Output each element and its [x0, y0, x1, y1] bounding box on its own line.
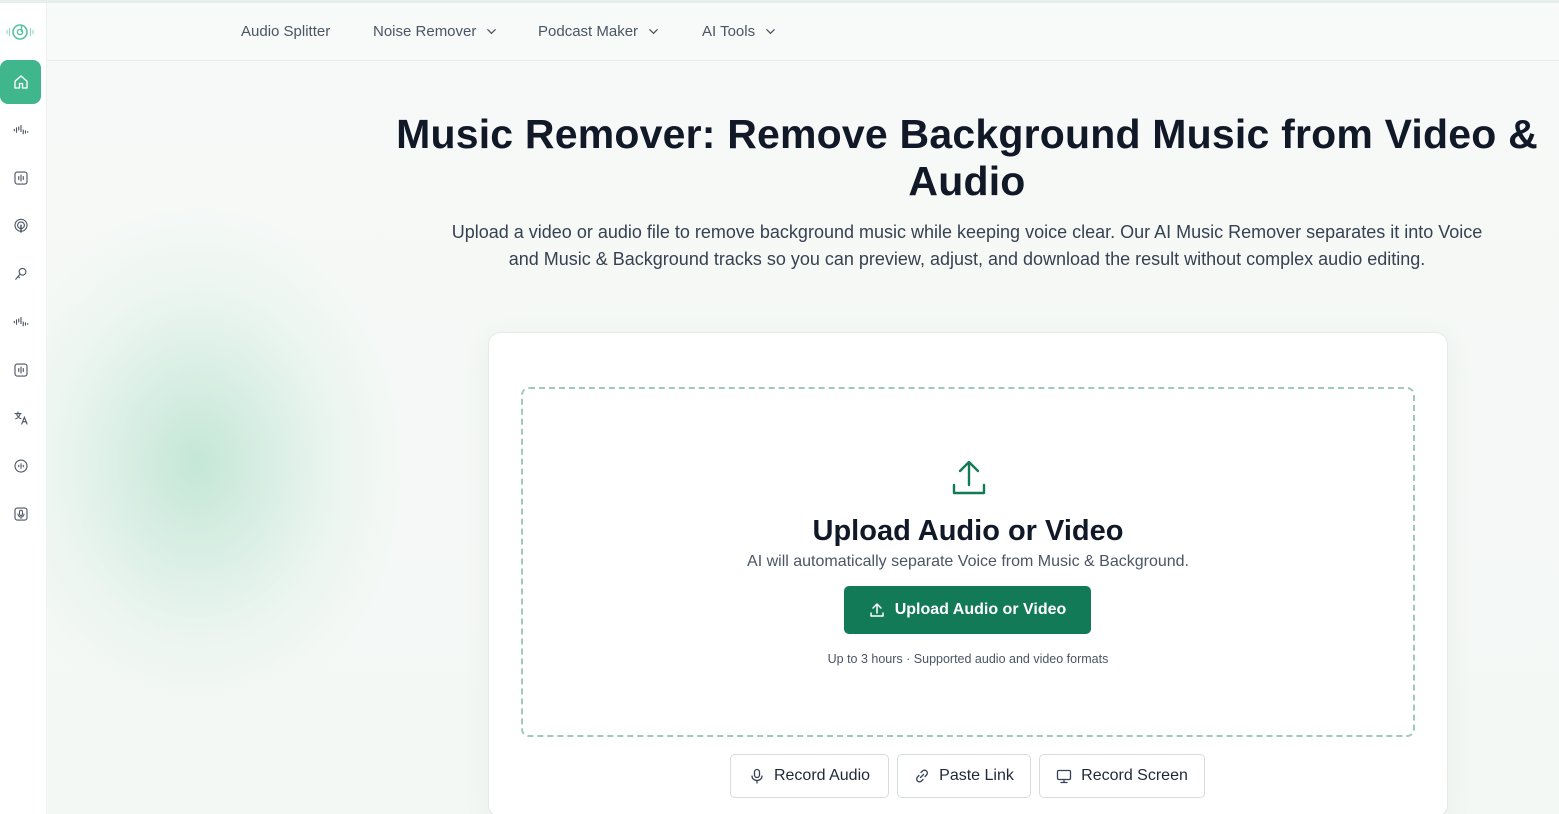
sidebar-item-voice-changer[interactable] [0, 252, 41, 296]
paste-link-button[interactable]: Paste Link [897, 754, 1031, 798]
voice-changer-icon [14, 267, 26, 280]
sidebar-item-audio-tool[interactable] [0, 348, 41, 392]
logo-icon[interactable] [4, 21, 36, 43]
nav-item-ai-tools[interactable]: AI Tools [702, 23, 776, 40]
nav-item-label: AI Tools [702, 23, 756, 40]
upload-limits-note: Up to 3 hours · Supported audio and vide… [827, 652, 1109, 666]
sidebar-item-waveform[interactable] [0, 300, 41, 344]
sidebar-item-audio-splitter[interactable] [0, 108, 41, 152]
link-icon [916, 769, 929, 783]
upload-subtitle: AI will automatically separate Voice fro… [747, 553, 1189, 570]
sidebar [0, 3, 47, 814]
audio-box-icon [13, 363, 28, 377]
chevron-down-icon [649, 29, 658, 35]
chevron-down-icon [487, 29, 497, 35]
microphone-icon [751, 768, 763, 784]
home-icon [13, 75, 28, 89]
page-description: Upload a video or audio file to remove b… [451, 222, 1483, 269]
record-screen-label: Record Screen [1081, 767, 1188, 784]
upload-dropzone[interactable]: Upload Audio or Video AI will automatica… [521, 387, 1415, 737]
paste-link-label: Paste Link [939, 767, 1014, 784]
waveform-icon [13, 316, 28, 327]
chevron-down-icon [766, 29, 775, 35]
nav-item-label: Audio Splitter [241, 23, 331, 40]
top-navigation: Audio Splitter Noise Remover Podcast Mak… [47, 3, 1559, 61]
page-title: Music Remover: Remove Background Music f… [396, 111, 1538, 204]
upload-icon [952, 460, 986, 495]
audio-box-icon [13, 171, 28, 185]
sidebar-item-audio-speed[interactable] [0, 444, 41, 488]
record-screen-button[interactable]: Record Screen [1039, 754, 1205, 798]
sidebar-item-translate[interactable] [0, 396, 41, 440]
waveform-icon [13, 124, 28, 135]
nav-item-label: Podcast Maker [538, 23, 639, 40]
translate-icon [13, 411, 28, 425]
upload-title: Upload Audio or Video [812, 515, 1124, 547]
nav-item-noise-remover[interactable]: Noise Remover [373, 23, 497, 40]
podcast-icon [13, 218, 28, 233]
nav-item-label: Noise Remover [373, 23, 477, 40]
record-audio-label: Record Audio [773, 767, 871, 784]
sidebar-item-home[interactable] [0, 60, 41, 104]
mic-box-icon [13, 507, 28, 521]
upload-button-label: Upload Audio or Video [894, 601, 1067, 618]
monitor-icon [1056, 769, 1072, 784]
sidebar-item-podcast[interactable] [0, 204, 41, 248]
sidebar-item-audio-editor[interactable] [0, 156, 41, 200]
upload-card: Upload Audio or Video AI will automatica… [488, 332, 1448, 814]
nav-item-podcast-maker[interactable]: Podcast Maker [538, 23, 659, 40]
upload-icon [869, 603, 884, 617]
nav-item-audio-splitter[interactable]: Audio Splitter [241, 23, 330, 40]
upload-button[interactable]: Upload Audio or Video [844, 586, 1091, 634]
record-audio-button[interactable]: Record Audio [730, 754, 889, 798]
main-content: Audio Splitter Noise Remover Podcast Mak… [47, 3, 1559, 814]
sidebar-item-voice-recorder[interactable] [0, 492, 41, 536]
audio-speed-icon [13, 459, 28, 473]
